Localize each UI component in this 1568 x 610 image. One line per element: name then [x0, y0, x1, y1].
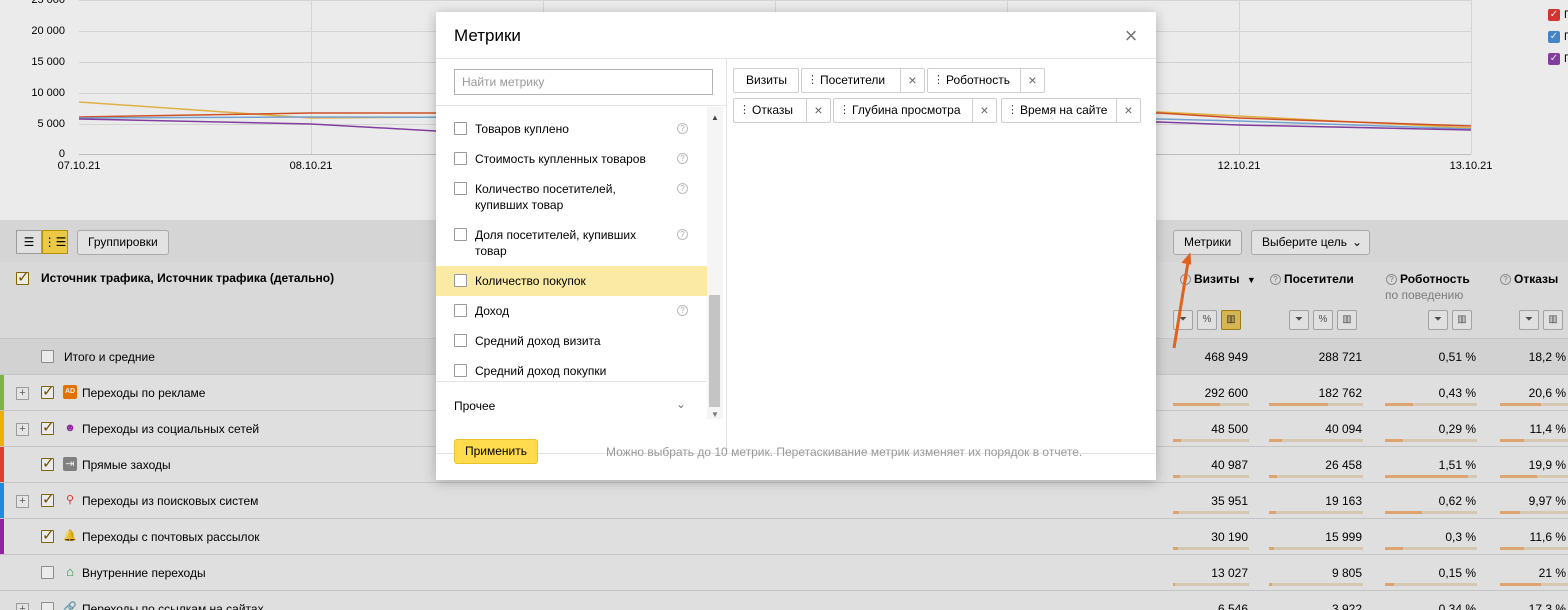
metric-option-label: Товаров куплено — [475, 122, 569, 136]
metric-search-input[interactable] — [454, 69, 713, 95]
other-section-toggle[interactable]: Прочее — [454, 399, 689, 413]
drag-handle-icon[interactable]: ⋮ — [807, 69, 818, 92]
metric-option-label: Доход — [475, 304, 510, 318]
drag-handle-icon[interactable]: ⋮ — [1007, 99, 1018, 122]
metric-option[interactable]: Стоимость купленных товаров? — [436, 144, 707, 174]
help-icon[interactable]: ? — [677, 183, 688, 194]
drag-handle-icon[interactable]: ⋮ — [839, 99, 850, 122]
metric-checkbox[interactable] — [454, 364, 467, 377]
help-icon[interactable]: ? — [677, 229, 688, 240]
remove-icon[interactable]: × — [1020, 69, 1044, 92]
selected-metric-chip[interactable]: Визиты — [733, 68, 799, 93]
remove-icon[interactable]: × — [972, 99, 996, 122]
metric-option[interactable]: Доля посетителей, купивших товар? — [436, 220, 707, 266]
metric-option[interactable]: Доход? — [436, 296, 707, 326]
metric-option-label: Средний доход визита — [475, 334, 601, 348]
available-metrics-list: Товаров куплено? Стоимость купленных това… — [436, 114, 707, 386]
metric-option-label: Доля посетителей, купивших товар — [475, 228, 637, 258]
metric-checkbox[interactable] — [454, 228, 467, 241]
metrics-modal: Метрики × Товаров куплено?Стоимость купл… — [436, 12, 1156, 480]
scroll-up-icon[interactable]: ▲ — [707, 113, 723, 122]
remove-icon[interactable]: × — [806, 99, 830, 122]
metric-checkbox[interactable] — [454, 304, 467, 317]
metric-option-label: Средний доход покупки — [475, 364, 607, 378]
divider — [436, 58, 1156, 59]
metrics-scrollbar[interactable]: ▲ ▼ — [707, 107, 723, 419]
chip-label: Роботность — [946, 73, 1010, 87]
remove-icon[interactable]: × — [900, 69, 924, 92]
footer-hint: Можно выбрать до 10 метрик. Перетаскиван… — [606, 445, 1083, 459]
chip-label: Глубина просмотра — [852, 103, 961, 117]
help-icon[interactable]: ? — [677, 305, 688, 316]
metric-checkbox[interactable] — [454, 182, 467, 195]
divider — [436, 105, 726, 106]
selected-metric-chip[interactable]: ⋮ Отказы × — [733, 98, 831, 123]
metric-option[interactable]: Товаров куплено? — [436, 114, 707, 144]
remove-icon[interactable]: × — [1116, 99, 1140, 122]
metric-checkbox[interactable] — [454, 274, 467, 287]
scroll-down-icon[interactable]: ▼ — [707, 410, 723, 419]
apply-button[interactable]: Применить — [454, 439, 538, 464]
metric-option-label: Стоимость купленных товаров — [475, 152, 646, 166]
selected-metric-chip[interactable]: ⋮ Глубина просмотра × — [833, 98, 997, 123]
metric-option[interactable]: Количество посетителей, купивших товар? — [436, 174, 707, 220]
drag-handle-icon[interactable]: ⋮ — [739, 99, 750, 122]
chip-label: Время на сайте — [1020, 103, 1108, 117]
metric-checkbox[interactable] — [454, 152, 467, 165]
metric-checkbox[interactable] — [454, 122, 467, 135]
divider — [726, 59, 727, 453]
selected-metric-chip[interactable]: ⋮ Время на сайте × — [1001, 98, 1141, 123]
metric-option[interactable]: Количество покупок — [436, 266, 707, 296]
metric-option-label: Количество покупок — [475, 274, 586, 288]
chip-label: Посетители — [820, 73, 886, 87]
metric-option[interactable]: Средний доход визита — [436, 326, 707, 356]
selected-metric-chip[interactable]: ⋮ Посетители × — [801, 68, 925, 93]
chip-label: Отказы — [752, 103, 794, 117]
chevron-down-icon[interactable]: ⌄ — [676, 397, 686, 411]
modal-title: Метрики — [454, 26, 521, 45]
drag-handle-icon[interactable]: ⋮ — [933, 69, 944, 92]
help-icon[interactable]: ? — [677, 123, 688, 134]
help-icon[interactable]: ? — [677, 153, 688, 164]
close-icon[interactable]: × — [1122, 25, 1140, 47]
scroll-thumb[interactable] — [709, 295, 720, 407]
metric-checkbox[interactable] — [454, 334, 467, 347]
metric-option-label: Количество посетителей, купивших товар — [475, 182, 616, 212]
selected-metric-chip[interactable]: ⋮ Роботность × — [927, 68, 1045, 93]
chip-label: Визиты — [746, 73, 788, 87]
divider — [436, 381, 707, 382]
